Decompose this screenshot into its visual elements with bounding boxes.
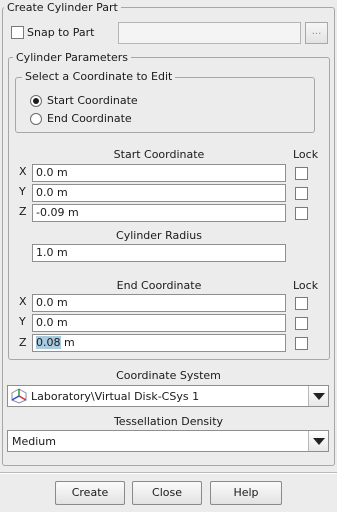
end-coordinate-radio-label: End Coordinate (47, 112, 132, 125)
end-x-input[interactable]: 0.0 m (32, 294, 286, 312)
start-z-label: Z (19, 205, 27, 218)
end-x-lock-checkbox[interactable] (295, 297, 308, 310)
cylinder-parameters-title: Cylinder Parameters (13, 51, 132, 64)
chevron-down-icon (313, 438, 325, 445)
end-z-label: Z (19, 336, 27, 349)
end-lock-heading: Lock (293, 279, 319, 292)
tessellation-dropdown-button[interactable] (308, 431, 328, 451)
close-button[interactable]: Close (132, 481, 202, 505)
start-y-label: Y (19, 185, 26, 198)
snap-part-field[interactable] (118, 22, 301, 44)
start-z-lock-checkbox[interactable] (295, 207, 308, 220)
end-z-selected-text: 0.08 (36, 336, 61, 349)
end-z-input[interactable]: 0.08 m (32, 334, 286, 352)
tessellation-density-value: Medium (12, 435, 56, 448)
cylinder-radius-heading: Cylinder Radius (116, 229, 202, 242)
tessellation-density-heading: Tessellation Density (113, 415, 224, 428)
radio-selected-dot (33, 98, 39, 104)
browse-part-button[interactable]: ... (305, 22, 328, 44)
coordinate-system-dropdown-button[interactable] (308, 386, 328, 406)
end-coordinate-heading: End Coordinate (116, 279, 202, 292)
end-coordinate-radio[interactable] (30, 113, 42, 125)
start-y-lock-checkbox[interactable] (295, 187, 308, 200)
end-x-label: X (19, 295, 27, 308)
start-coordinate-radio[interactable] (30, 95, 42, 107)
help-button[interactable]: Help (210, 481, 282, 505)
coordinate-system-heading: Coordinate System (116, 369, 221, 382)
select-coordinate-title: Select a Coordinate to Edit (22, 70, 176, 83)
chevron-down-icon (313, 393, 325, 400)
cylinder-radius-input[interactable]: 1.0 m (32, 244, 286, 262)
coordinate-system-value: Laboratory\Virtual Disk-CSys 1 (31, 390, 200, 403)
start-x-lock-checkbox[interactable] (295, 167, 308, 180)
bottom-separator-highlight (0, 473, 337, 474)
start-x-label: X (19, 165, 27, 178)
end-z-unit: m (60, 336, 75, 349)
tessellation-density-combo[interactable]: Medium (7, 430, 329, 452)
start-coordinate-heading: Start Coordinate (113, 148, 205, 161)
end-z-lock-checkbox[interactable] (295, 337, 308, 350)
end-y-input[interactable]: 0.0 m (32, 314, 286, 332)
coordinate-axes-icon (11, 388, 27, 404)
snap-to-part-checkbox[interactable] (11, 26, 24, 39)
start-coordinate-radio-label: Start Coordinate (47, 94, 138, 107)
start-lock-heading: Lock (293, 148, 319, 161)
start-y-input[interactable]: 0.0 m (32, 184, 286, 202)
start-x-input[interactable]: 0.0 m (32, 164, 286, 182)
start-z-input[interactable]: -0.09 m (32, 204, 286, 222)
create-button[interactable]: Create (55, 481, 125, 505)
snap-to-part-label: Snap to Part (27, 26, 95, 39)
create-cylinder-title: Create Cylinder Part (4, 1, 121, 14)
end-y-label: Y (19, 315, 26, 328)
end-y-lock-checkbox[interactable] (295, 317, 308, 330)
coordinate-system-combo[interactable]: Laboratory\Virtual Disk-CSys 1 (7, 385, 329, 407)
